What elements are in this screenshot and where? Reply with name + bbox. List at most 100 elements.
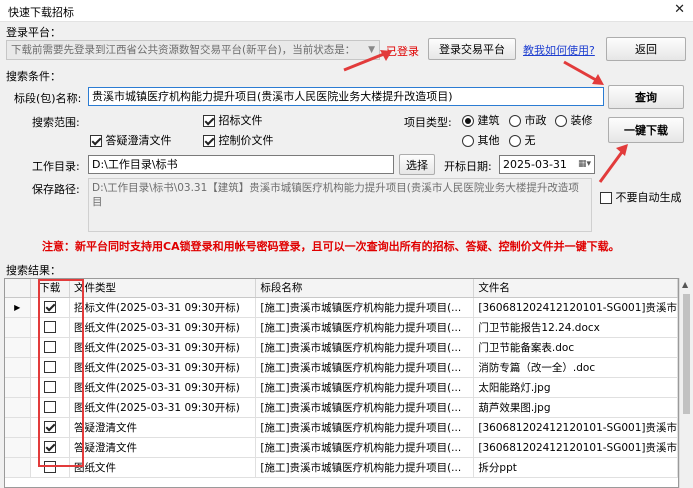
close-icon[interactable]: ✕ xyxy=(674,2,685,17)
scrollbar-thumb[interactable] xyxy=(683,294,690,414)
clarify-label: 答疑澄清文件 xyxy=(105,134,172,147)
results-body: ▶ 招标文件(2025-03-31 09:30开标) [施工]贵溪市城镇医疗机构能力… xyxy=(5,297,678,478)
municipal-label: 市政 xyxy=(524,114,547,127)
name-label: 标段(包)名称: xyxy=(14,92,82,105)
row-file-name: 太阳能路灯.jpg xyxy=(473,377,678,398)
notice-text: 注意：新平台同时支持用CA锁登录和用帐号密码登录，且可以一次查询出所有的招标、答… xyxy=(42,240,620,253)
auto-gen-label: 不要自动生成 xyxy=(615,191,682,204)
row-file-type: 图纸文件(2025-03-31 09:30开标) xyxy=(69,317,257,338)
control-price-checkbox[interactable] xyxy=(203,135,215,147)
row-section-name: [施工]贵溪市城镇医疗机构能力提升项目(... xyxy=(255,377,475,398)
open-date-picker[interactable]: 2025-03-31 ▦▾ xyxy=(499,155,595,174)
table-row[interactable]: 图纸文件(2025-03-31 09:30开标) [施工]贵溪市城镇医疗机构能力提… xyxy=(5,337,678,358)
table-row[interactable]: 图纸文件(2025-03-31 09:30开标) [施工]贵溪市城镇医疗机构能力提… xyxy=(5,317,678,338)
row-file-type: 图纸文件(2025-03-31 09:30开标) xyxy=(69,397,257,418)
decoration-radio[interactable] xyxy=(555,115,567,127)
open-date-label: 开标日期: xyxy=(444,160,492,173)
row-section-name: [施工]贵溪市城镇医疗机构能力提升项目(... xyxy=(255,397,475,418)
login-platform-button[interactable]: 登录交易平台 xyxy=(428,38,516,60)
row-file-type: 图纸文件(2025-03-31 09:30开标) xyxy=(69,357,257,378)
scroll-up-icon[interactable]: ▲ xyxy=(682,280,688,289)
scope-option-clarify[interactable]: 答疑澄清文件 xyxy=(90,132,172,148)
row-file-name: 门卫节能备案表.doc xyxy=(473,337,678,358)
col-header-file-type[interactable]: 文件类型 xyxy=(69,279,257,298)
query-button[interactable]: 查询 xyxy=(608,85,684,109)
help-link[interactable]: 教我如何使用? xyxy=(523,42,595,58)
type-option-municipal[interactable]: 市政 xyxy=(509,112,547,128)
type-option-other[interactable]: 其他 xyxy=(462,132,500,148)
row-selector xyxy=(5,457,31,478)
table-row[interactable]: ▶ 招标文件(2025-03-31 09:30开标) [施工]贵溪市城镇医疗机构能力… xyxy=(5,297,678,318)
clarify-checkbox[interactable] xyxy=(90,135,102,147)
search-section-label: 搜索条件： xyxy=(6,70,61,83)
table-row[interactable]: 图纸文件(2025-03-31 09:30开标) [施工]贵溪市城镇医疗机构能力提… xyxy=(5,377,678,398)
table-row[interactable]: 答疑澄清文件 [施工]贵溪市城镇医疗机构能力提升项目(... [3606812024… xyxy=(5,417,678,438)
other-radio[interactable] xyxy=(462,135,474,147)
type-option-decoration[interactable]: 装修 xyxy=(555,112,593,128)
row-file-type: 答疑澄清文件 xyxy=(69,417,257,438)
login-section-label: 登录平台： xyxy=(6,26,61,39)
row-selector xyxy=(5,437,31,458)
table-row[interactable]: 图纸文件(2025-03-31 09:30开标) [施工]贵溪市城镇医疗机构能力提… xyxy=(5,397,678,418)
annotation-arrow-back xyxy=(563,60,604,85)
row-file-type: 图纸文件 xyxy=(69,457,257,478)
none-radio[interactable] xyxy=(509,135,521,147)
none-label: 无 xyxy=(524,134,536,147)
row-file-type: 图纸文件(2025-03-31 09:30开标) xyxy=(69,377,257,398)
platform-combo-text: 下载前需要先登录到江西省公共资源数智交易平台(新平台)，当前状态是： xyxy=(11,44,356,56)
row-selector xyxy=(5,377,31,398)
row-selector xyxy=(5,337,31,358)
save-path-text[interactable]: D:\工作目录\标书\03.31【建筑】贵溪市城镇医疗机构能力提升项目(贵溪市人… xyxy=(88,178,592,232)
auto-gen-checkbox[interactable] xyxy=(600,192,612,204)
row-selector xyxy=(5,397,31,418)
scope-label: 搜索范围: xyxy=(32,116,80,129)
bid-file-label: 招标文件 xyxy=(218,114,263,127)
row-file-name: 葫芦效果图.jpg xyxy=(473,397,678,418)
open-date-value: 2025-03-31 xyxy=(503,158,567,171)
row-file-type: 招标文件(2025-03-31 09:30开标) xyxy=(69,297,257,318)
other-label: 其他 xyxy=(477,134,500,147)
choose-dir-button[interactable]: 选择 xyxy=(399,154,435,175)
municipal-radio[interactable] xyxy=(509,115,521,127)
type-option-building[interactable]: 建筑 xyxy=(462,112,500,128)
row-file-name: [360681202412120101-SG001]贵溪市 xyxy=(473,437,678,458)
row-section-name: [施工]贵溪市城镇医疗机构能力提升项目(... xyxy=(255,337,475,358)
type-label: 项目类型: xyxy=(404,116,452,129)
row-selector xyxy=(5,317,31,338)
scope-option-control-price[interactable]: 控制价文件 xyxy=(203,132,274,148)
table-row[interactable]: 图纸文件 [施工]贵溪市城镇医疗机构能力提升项目(... 拆分ppt xyxy=(5,457,678,478)
table-header-row: 下载 文件类型 标段名称 文件名 xyxy=(5,279,678,298)
results-grid[interactable]: 下载 文件类型 标段名称 文件名 ▶ 招标文件(2025-03-31 09:30开… xyxy=(4,278,679,488)
col-header-file-name[interactable]: 文件名 xyxy=(473,279,678,298)
row-section-name: [施工]贵溪市城镇医疗机构能力提升项目(... xyxy=(255,297,475,318)
row-section-name: [施工]贵溪市城镇医疗机构能力提升项目(... xyxy=(255,357,475,378)
back-button[interactable]: 返回 xyxy=(606,37,686,61)
row-section-name: [施工]贵溪市城镇医疗机构能力提升项目(... xyxy=(255,417,475,438)
calendar-icon[interactable]: ▦▾ xyxy=(578,156,591,173)
row-header-corner xyxy=(5,279,31,298)
control-price-label: 控制价文件 xyxy=(218,134,274,147)
annotation-arrow-download xyxy=(598,144,628,183)
row-file-name: 消防专篇（改一全）.doc xyxy=(473,357,678,378)
auto-gen-option[interactable]: 不要自动生成 xyxy=(600,189,682,205)
building-radio[interactable] xyxy=(462,115,474,127)
workdir-label: 工作目录: xyxy=(32,160,80,173)
save-path-label: 保存路径: xyxy=(32,183,80,196)
title-bar: 快速下载招标 ✕ xyxy=(0,0,693,22)
download-column-highlight xyxy=(38,279,84,467)
type-option-none[interactable]: 无 xyxy=(509,132,536,148)
building-label: 建筑 xyxy=(477,114,500,127)
workdir-input[interactable]: D:\工作目录\标书 xyxy=(88,155,394,174)
row-selector xyxy=(5,357,31,378)
bid-file-checkbox[interactable] xyxy=(203,115,215,127)
scope-option-bid-file[interactable]: 招标文件 xyxy=(203,112,263,128)
bid-name-input[interactable]: 贵溪市城镇医疗机构能力提升项目(贵溪市人民医院业务大楼提升改造项目) xyxy=(88,87,604,106)
col-header-section-name[interactable]: 标段名称 xyxy=(255,279,475,298)
table-row[interactable]: 图纸文件(2025-03-31 09:30开标) [施工]贵溪市城镇医疗机构能力提… xyxy=(5,357,678,378)
vertical-scrollbar[interactable]: ▲ xyxy=(679,278,692,488)
annotation-arrow-status xyxy=(343,50,392,72)
platform-combo[interactable]: 下载前需要先登录到江西省公共资源数智交易平台(新平台)，当前状态是： ▼ xyxy=(6,40,380,60)
row-selector: ▶ xyxy=(5,297,31,318)
row-section-name: [施工]贵溪市城镇医疗机构能力提升项目(... xyxy=(255,317,475,338)
table-row[interactable]: 答疑澄清文件 [施工]贵溪市城镇医疗机构能力提升项目(... [3606812024… xyxy=(5,437,678,458)
